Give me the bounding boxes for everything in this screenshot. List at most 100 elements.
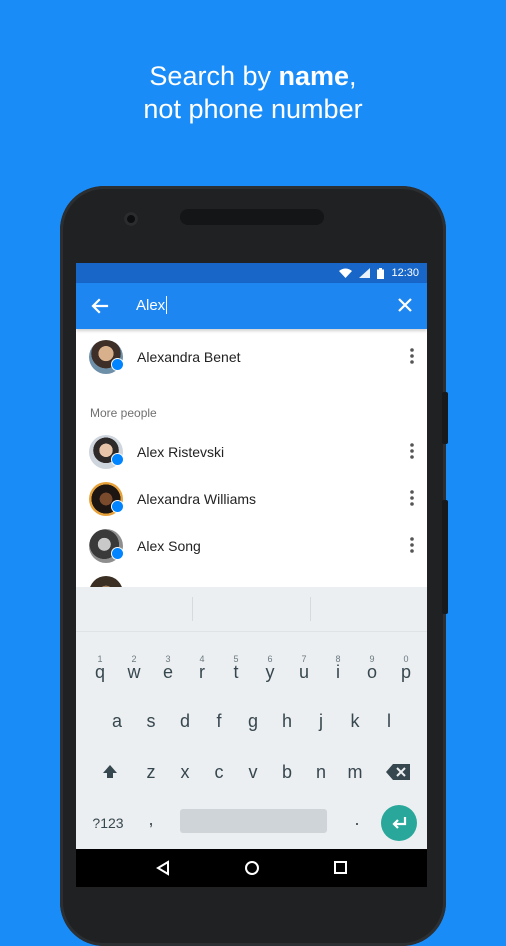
keyboard-row-4: ?123 , . [76, 799, 427, 847]
key-j[interactable]: j [304, 697, 338, 745]
key-b[interactable]: b [270, 748, 304, 796]
suggestion-strip [76, 587, 427, 632]
key-label: k [350, 710, 360, 731]
symbols-key[interactable]: ?123 [84, 799, 132, 847]
recents-square-icon[interactable] [333, 860, 348, 875]
key-w[interactable]: w2 [117, 648, 151, 696]
key-d[interactable]: d [168, 697, 202, 745]
period-key[interactable]: . [342, 795, 372, 843]
more-options-icon[interactable] [409, 536, 415, 554]
key-y[interactable]: y6 [253, 648, 287, 696]
key-label: r [199, 661, 205, 682]
key-number-hint: 8 [335, 654, 341, 664]
contact-name: Alexandra Williams [137, 490, 257, 507]
key-r[interactable]: r4 [185, 648, 219, 696]
headline-suffix: , [349, 61, 357, 91]
contact-row-alex-song[interactable]: Alex Song [76, 522, 427, 569]
suggestion-slot[interactable] [311, 597, 427, 621]
volume-button [442, 392, 448, 444]
key-i[interactable]: i8 [321, 648, 355, 696]
key-label: v [248, 761, 258, 782]
back-triangle-icon[interactable] [156, 860, 170, 876]
key-label: q [94, 661, 105, 682]
search-results: Alexandra Benet More people Alex Ristevs… [76, 333, 427, 616]
enter-icon [392, 817, 407, 829]
key-c[interactable]: c [202, 748, 236, 796]
key-number-hint: 1 [97, 654, 103, 664]
key-label: e [162, 661, 173, 682]
key-p[interactable]: p0 [389, 648, 423, 696]
text-cursor [166, 296, 168, 314]
key-t[interactable]: t5 [219, 648, 253, 696]
key-z[interactable]: z [134, 748, 168, 796]
search-input[interactable]: Alex [136, 296, 168, 314]
signal-icon [359, 268, 371, 278]
key-label: h [281, 710, 292, 731]
key-x[interactable]: x [168, 748, 202, 796]
keyboard-row-3-letters: z x c v b nm [76, 748, 427, 796]
key-label: s [146, 710, 156, 731]
contact-name: Alexandra Benet [137, 348, 241, 365]
key-l[interactable]: l [372, 697, 406, 745]
key-s[interactable]: s [134, 697, 168, 745]
back-arrow-icon[interactable] [90, 296, 110, 316]
headline-prefix: Search by [149, 61, 279, 91]
close-icon[interactable] [397, 297, 413, 313]
key-number-hint: 4 [199, 654, 205, 664]
comma-key[interactable]: , [136, 795, 166, 843]
key-label: t [233, 661, 239, 682]
key-o[interactable]: o9 [355, 648, 389, 696]
power-button [442, 500, 448, 614]
messenger-badge-icon [111, 358, 124, 371]
key-label: c [214, 761, 224, 782]
key-n[interactable]: n [304, 748, 338, 796]
key-v[interactable]: v [236, 748, 270, 796]
key-f[interactable]: f [202, 697, 236, 745]
suggestion-slot[interactable] [193, 597, 311, 621]
suggestion-slot[interactable] [76, 597, 194, 621]
battery-icon [377, 267, 385, 279]
key-label: y [265, 661, 275, 682]
contact-row-alexandra-williams[interactable]: Alexandra Williams [76, 475, 427, 522]
key-u[interactable]: u7 [287, 648, 321, 696]
key-m[interactable]: m [338, 748, 372, 796]
wifi-icon [339, 268, 353, 278]
contact-name: Alex Song [137, 537, 201, 554]
messenger-badge-icon [111, 453, 124, 466]
messenger-badge-icon [111, 500, 124, 513]
key-label: f [216, 710, 222, 731]
key-a[interactable]: a [100, 697, 134, 745]
contact-row-alexandra-benet[interactable]: Alexandra Benet [76, 333, 427, 380]
more-people-label: More people [90, 406, 157, 420]
enter-key[interactable] [381, 805, 417, 841]
more-options-icon[interactable] [409, 442, 415, 460]
key-label: d [179, 710, 190, 731]
key-label: n [315, 761, 326, 782]
speaker-grille [180, 209, 324, 225]
key-label: m [347, 761, 363, 782]
contact-row-alex-ristevski[interactable]: Alex Ristevski [76, 428, 427, 475]
space-bar[interactable] [180, 809, 327, 833]
key-number-hint: 5 [233, 654, 239, 664]
messenger-badge-icon [111, 547, 124, 560]
key-label: x [180, 761, 190, 782]
keyboard-row-1: q1w2e3r4t5y6u7i8o9p0 [76, 648, 427, 696]
more-options-icon[interactable] [409, 489, 415, 507]
headline-bold: name [278, 61, 350, 91]
home-circle-icon[interactable] [244, 860, 260, 876]
more-options-icon[interactable] [409, 347, 415, 365]
front-camera [124, 212, 138, 226]
key-label: z [146, 761, 156, 782]
key-k[interactable]: k [338, 697, 372, 745]
key-g[interactable]: g [236, 697, 270, 745]
key-h[interactable]: h [270, 697, 304, 745]
key-label: g [247, 710, 258, 731]
key-label: a [111, 710, 122, 731]
key-q[interactable]: q1 [83, 648, 117, 696]
backspace-key[interactable] [376, 748, 420, 796]
key-label: o [366, 661, 377, 682]
key-label: b [281, 761, 292, 782]
key-e[interactable]: e3 [151, 648, 185, 696]
key-label: p [400, 661, 411, 682]
key-label: w [127, 661, 141, 682]
